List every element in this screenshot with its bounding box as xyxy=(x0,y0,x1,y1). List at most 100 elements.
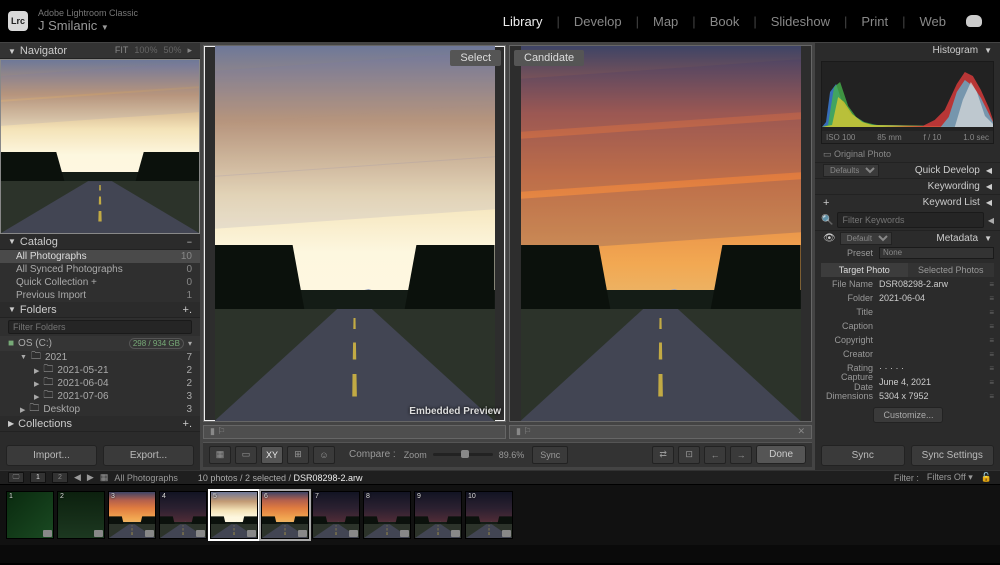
module-library[interactable]: Library xyxy=(503,14,543,29)
flag-icon[interactable]: ▮ ⚐ xyxy=(210,426,226,437)
metadata-row[interactable]: File NameDSR08298-2.arw≡ xyxy=(815,277,1000,291)
keywording-header[interactable]: Keywording◀ xyxy=(815,178,1000,194)
catalog-item[interactable]: Quick Collection +0 xyxy=(0,276,200,289)
done-button[interactable]: Done xyxy=(756,445,806,464)
collections-header[interactable]: ▶Collections+. xyxy=(0,416,200,432)
quick-develop-header[interactable]: Defaults Quick Develop◀ xyxy=(815,162,1000,178)
select-cell[interactable]: Select Embedded Preview xyxy=(203,45,506,422)
sync-button[interactable]: Sync xyxy=(821,445,905,466)
filmstrip-thumb[interactable]: 5 xyxy=(210,491,258,539)
catalog-item[interactable]: All Synced Photographs0 xyxy=(0,263,200,276)
keyword-list-header[interactable]: +Keyword List◀ xyxy=(815,194,1000,210)
filter-lock-icon[interactable]: 🔓 xyxy=(981,472,992,483)
filmstrip-thumb[interactable]: 1 xyxy=(6,491,54,539)
module-web[interactable]: Web xyxy=(920,14,947,29)
filmstrip[interactable]: 12345678910 xyxy=(0,485,1000,545)
second-window-icon[interactable]: 2 xyxy=(52,472,68,483)
people-view-icon[interactable]: ☺ xyxy=(313,446,335,464)
swap-icon[interactable]: ⇄ xyxy=(652,446,674,464)
original-photo-label: Original Photo xyxy=(834,149,891,159)
import-button[interactable]: Import... xyxy=(6,445,97,466)
chevron-left-icon[interactable]: ◀ xyxy=(988,216,994,225)
tab-selected-photos[interactable]: Selected Photos xyxy=(908,263,995,277)
filmstrip-thumb[interactable]: 3 xyxy=(108,491,156,539)
navigator-header[interactable]: ▼Navigator FIT 100% 50% ▸ xyxy=(0,43,200,59)
histogram-header[interactable]: Histogram▼ xyxy=(815,43,1000,58)
metadata-row[interactable]: Copyright≡ xyxy=(815,333,1000,347)
eye-icon[interactable]: 👁 xyxy=(823,233,836,244)
candidate-cell[interactable]: Candidate xyxy=(509,45,812,422)
folder-item[interactable]: ▶🗀2021-06-042 xyxy=(0,377,200,390)
catalog-header[interactable]: ▼Catalog− xyxy=(0,234,200,250)
folder-item[interactable]: ▶🗀Desktop3 xyxy=(0,403,200,416)
chevron-icon[interactable]: ▸ xyxy=(187,45,192,56)
export-button[interactable]: Export... xyxy=(103,445,194,466)
preset-select[interactable]: None xyxy=(879,247,994,259)
navigator-preview[interactable] xyxy=(0,59,200,234)
customize-button[interactable]: Customize... xyxy=(873,407,943,423)
folder-filter-input[interactable] xyxy=(8,320,192,334)
metadata-row[interactable]: Creator≡ xyxy=(815,347,1000,361)
metadata-row[interactable]: Dimensions5304 x 7952≡ xyxy=(815,389,1000,403)
module-book[interactable]: Book xyxy=(710,14,740,29)
second-monitor-icon[interactable]: 🖵 xyxy=(8,472,24,483)
zoom-slider[interactable] xyxy=(433,453,493,456)
folders-header[interactable]: ▼Folders+. xyxy=(0,302,200,318)
module-develop[interactable]: Develop xyxy=(574,14,622,29)
loupe-view-icon[interactable]: ▭ xyxy=(235,446,257,464)
identity-plate[interactable]: J Smilanic xyxy=(38,18,97,33)
make-select-icon[interactable]: ⊡ xyxy=(678,446,700,464)
module-print[interactable]: Print xyxy=(861,14,888,29)
module-map[interactable]: Map xyxy=(653,14,678,29)
filmstrip-thumb[interactable]: 9 xyxy=(414,491,462,539)
grid-view-icon[interactable]: ▦ xyxy=(209,446,231,464)
survey-view-icon[interactable]: ⊞ xyxy=(287,446,309,464)
plus-icon[interactable]: +. xyxy=(183,304,192,316)
cloud-sync-icon[interactable] xyxy=(966,15,982,27)
metadata-row[interactable]: Capture DateJune 4, 2021≡ xyxy=(815,375,1000,389)
catalog-item[interactable]: All Photographs10 xyxy=(0,250,200,263)
select-meta[interactable]: ▮ ⚐ xyxy=(203,425,506,439)
histogram[interactable]: ISO 100 85 mm f / 10 1.0 sec xyxy=(821,61,994,144)
sync-settings-button[interactable]: Sync Settings xyxy=(911,445,995,466)
identity-menu-caret-icon[interactable]: ▼ xyxy=(101,23,109,32)
tab-target-photo[interactable]: Target Photo xyxy=(821,263,908,277)
main-window-icon[interactable]: 1 xyxy=(30,472,46,483)
sync-button[interactable]: Sync xyxy=(532,446,568,464)
prev-icon[interactable]: ← xyxy=(704,446,726,464)
compare-view-icon[interactable]: XY xyxy=(261,446,283,464)
metadata-row[interactable]: Title≡ xyxy=(815,305,1000,319)
filmstrip-thumb[interactable]: 4 xyxy=(159,491,207,539)
back-icon[interactable]: ◀ xyxy=(74,472,81,483)
close-icon[interactable]: ✕ xyxy=(797,426,805,437)
nav-zoom-100[interactable]: 100% xyxy=(134,45,157,56)
flag-icon[interactable]: ▮ ⚐ xyxy=(516,426,532,437)
metadata-row[interactable]: Caption≡ xyxy=(815,319,1000,333)
folder-item[interactable]: ▼🗀20217 xyxy=(0,351,200,364)
source-label[interactable]: All Photographs xyxy=(114,473,178,483)
nav-zoom-50[interactable]: 50% xyxy=(163,45,181,56)
filmstrip-thumb[interactable]: 8 xyxy=(363,491,411,539)
treatment-select[interactable]: Defaults xyxy=(823,164,879,177)
filmstrip-thumb[interactable]: 7 xyxy=(312,491,360,539)
grid-source-icon[interactable]: ▦ xyxy=(100,472,109,483)
chevron-down-icon[interactable]: ▾ xyxy=(188,339,192,348)
forward-icon[interactable]: ▶ xyxy=(87,472,94,483)
metadata-header[interactable]: 👁 Default Metadata▼ xyxy=(815,230,1000,246)
filmstrip-thumb[interactable]: 2 xyxy=(57,491,105,539)
plus-icon[interactable]: +. xyxy=(183,418,192,430)
select-badge: Select xyxy=(450,50,501,66)
filmstrip-thumb[interactable]: 6 xyxy=(261,491,309,539)
original-photo-icon[interactable]: ▭ xyxy=(823,149,832,159)
module-slideshow[interactable]: Slideshow xyxy=(771,14,830,29)
filmstrip-thumb[interactable]: 10 xyxy=(465,491,513,539)
next-icon[interactable]: → xyxy=(730,446,752,464)
catalog-item[interactable]: Previous Import1 xyxy=(0,289,200,302)
metadata-set-select[interactable]: Default xyxy=(840,232,892,245)
keyword-filter-input[interactable] xyxy=(837,212,983,228)
filter-preset[interactable]: Filters Off ▾ xyxy=(927,472,973,483)
nav-fit[interactable]: FIT xyxy=(115,45,129,56)
metadata-row[interactable]: Folder2021-06-04≡ xyxy=(815,291,1000,305)
candidate-meta[interactable]: ▮ ⚐ ✕ xyxy=(509,425,812,439)
plus-icon[interactable]: + xyxy=(823,197,829,209)
